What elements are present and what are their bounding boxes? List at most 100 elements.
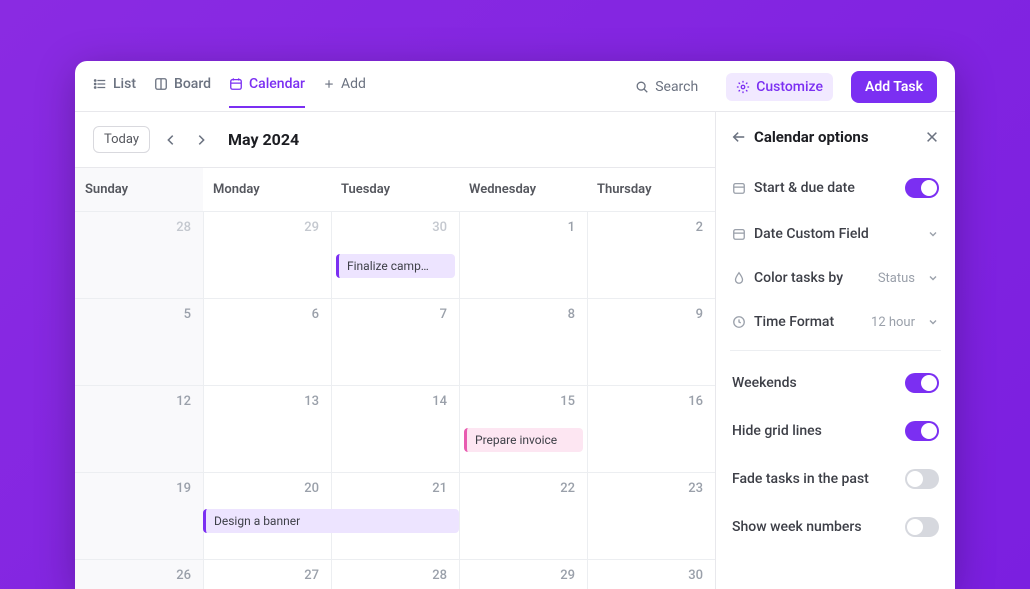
day-cell[interactable]: 1 xyxy=(459,212,587,298)
view-tab-calendar[interactable]: Calendar xyxy=(229,76,305,108)
toolbar: List Board Calendar Add Search xyxy=(75,61,955,112)
day-cell[interactable]: 26 xyxy=(75,560,203,589)
day-number: 28 xyxy=(176,220,191,235)
option-label: Hide grid lines xyxy=(732,423,897,439)
search-button[interactable]: Search xyxy=(625,73,708,101)
day-cell[interactable]: 29 xyxy=(459,560,587,589)
day-header: Monday xyxy=(203,168,331,211)
day-cell[interactable]: 2 xyxy=(587,212,715,298)
option-value: 12 hour xyxy=(871,315,915,330)
day-header: Thursday xyxy=(587,168,715,211)
toggle-show-week-numbers[interactable] xyxy=(905,517,939,537)
week-row: 26 27 28 29 30 xyxy=(75,559,715,589)
day-number: 16 xyxy=(688,394,703,409)
next-month-button[interactable] xyxy=(190,131,212,149)
search-label: Search xyxy=(655,79,698,95)
month-nav xyxy=(160,131,212,149)
chevron-down-icon xyxy=(927,316,939,328)
day-cell[interactable]: 28 xyxy=(331,560,459,589)
option-color-tasks-by[interactable]: Color tasks by Status xyxy=(730,256,941,300)
option-value: Status xyxy=(878,271,915,286)
day-number: 26 xyxy=(176,568,191,583)
month-title: May 2024 xyxy=(228,130,299,149)
day-cell[interactable]: 8 xyxy=(459,299,587,385)
body-split: Today May 2024 Sunday Monday Tuesday Wed… xyxy=(75,112,955,589)
day-number: 8 xyxy=(568,307,575,322)
toggle-start-due-date[interactable] xyxy=(905,178,939,198)
customize-button[interactable]: Customize xyxy=(726,73,833,101)
task-label: Prepare invoice xyxy=(475,433,557,447)
option-label: Fade tasks in the past xyxy=(732,471,897,487)
day-cell[interactable]: 27 xyxy=(203,560,331,589)
day-cell[interactable]: 13 xyxy=(203,386,331,472)
prev-month-button[interactable] xyxy=(160,131,182,149)
close-icon[interactable] xyxy=(925,130,939,144)
day-number: 2 xyxy=(696,220,703,235)
day-cell[interactable]: 30 xyxy=(587,560,715,589)
day-number: 5 xyxy=(184,307,191,322)
task-prepare-invoice[interactable]: Prepare invoice xyxy=(464,428,583,452)
day-number: 29 xyxy=(560,568,575,583)
calendar-area: Today May 2024 Sunday Monday Tuesday Wed… xyxy=(75,112,715,589)
view-tab-board[interactable]: Board xyxy=(154,76,211,106)
day-cell[interactable]: 16 xyxy=(587,386,715,472)
option-label: Time Format xyxy=(754,314,863,330)
day-cell[interactable]: 19 xyxy=(75,473,203,559)
list-icon xyxy=(93,77,107,91)
droplet-icon xyxy=(732,271,746,285)
day-cell[interactable]: 29 xyxy=(203,212,331,298)
today-button[interactable]: Today xyxy=(93,126,150,153)
option-start-due-date[interactable]: Start & due date xyxy=(730,164,941,212)
day-cell[interactable]: 5 xyxy=(75,299,203,385)
day-header: Tuesday xyxy=(331,168,459,211)
add-task-label: Add Task xyxy=(865,79,923,95)
option-weekends[interactable]: Weekends xyxy=(730,359,941,407)
toggle-hide-grid-lines[interactable] xyxy=(905,421,939,441)
toggle-weekends[interactable] xyxy=(905,373,939,393)
day-cell[interactable]: 23 xyxy=(587,473,715,559)
day-number: 6 xyxy=(312,307,319,322)
day-number: 23 xyxy=(688,481,703,496)
day-cell[interactable]: 28 xyxy=(75,212,203,298)
option-date-custom-field[interactable]: Date Custom Field xyxy=(730,212,941,256)
calendar-icon xyxy=(732,181,746,195)
view-tab-list[interactable]: List xyxy=(93,76,136,106)
panel-title: Calendar options xyxy=(754,128,869,146)
day-cell[interactable]: 15 Prepare invoice xyxy=(459,386,587,472)
day-cell[interactable]: 9 xyxy=(587,299,715,385)
toggle-fade-tasks-past[interactable] xyxy=(905,469,939,489)
day-number: 30 xyxy=(432,220,447,235)
panel-divider xyxy=(730,350,941,351)
day-number: 7 xyxy=(440,307,447,322)
day-cell[interactable]: 12 xyxy=(75,386,203,472)
day-cell[interactable]: 22 xyxy=(459,473,587,559)
day-number: 21 xyxy=(432,481,447,496)
option-label: Color tasks by xyxy=(754,270,870,286)
view-tab-label: Calendar xyxy=(249,76,305,92)
day-cell[interactable]: 7 xyxy=(331,299,459,385)
day-header: Sunday xyxy=(75,168,203,211)
day-number: 29 xyxy=(304,220,319,235)
app-window: List Board Calendar Add Search xyxy=(75,61,955,589)
task-design-banner[interactable]: Design a banner xyxy=(203,509,459,533)
day-number: 28 xyxy=(432,568,447,583)
option-time-format[interactable]: Time Format 12 hour xyxy=(730,300,941,344)
day-header: Wednesday xyxy=(459,168,587,211)
add-view-label: Add xyxy=(341,76,366,92)
day-number: 14 xyxy=(432,394,447,409)
add-task-button[interactable]: Add Task xyxy=(851,71,937,103)
option-show-week-numbers[interactable]: Show week numbers xyxy=(730,503,941,551)
back-icon[interactable] xyxy=(732,130,746,144)
week-row: 19 20 21 22 23 Design a banner xyxy=(75,472,715,559)
day-cell[interactable]: 6 xyxy=(203,299,331,385)
task-finalize[interactable]: Finalize camp… xyxy=(336,254,455,278)
today-label: Today xyxy=(104,132,139,147)
day-cell[interactable]: 14 xyxy=(331,386,459,472)
option-fade-tasks-past[interactable]: Fade tasks in the past xyxy=(730,455,941,503)
option-hide-grid-lines[interactable]: Hide grid lines xyxy=(730,407,941,455)
day-number: 13 xyxy=(304,394,319,409)
task-label: Finalize camp… xyxy=(347,259,429,273)
add-view-button[interactable]: Add xyxy=(323,76,366,106)
day-cell[interactable]: 30 Finalize camp… xyxy=(331,212,459,298)
view-tab-label: List xyxy=(113,76,136,92)
